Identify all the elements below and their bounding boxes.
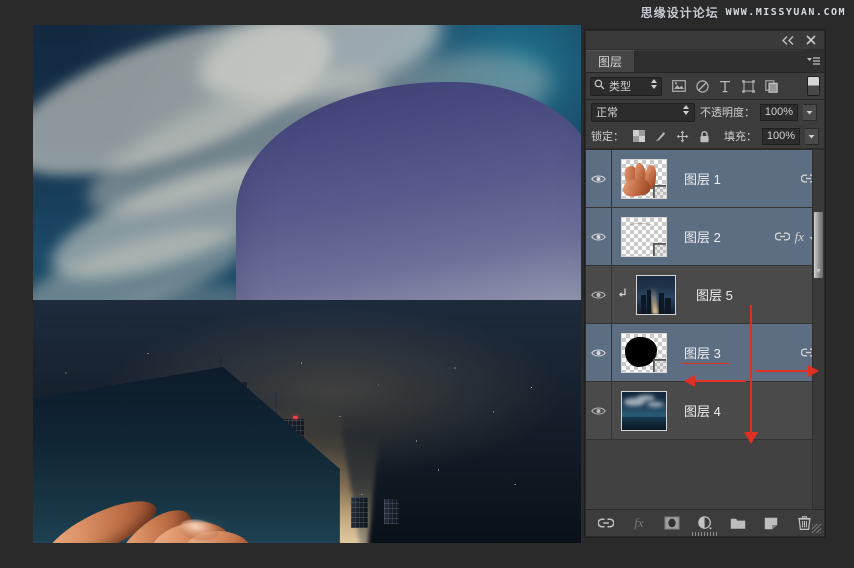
pixel-filter-icon[interactable] xyxy=(672,79,686,93)
thumb-link-badge-icon xyxy=(653,184,666,198)
thumb-road xyxy=(650,286,659,314)
watermark-url: WWW.MISSYUAN.COM xyxy=(725,7,846,18)
new-layer-icon[interactable] xyxy=(763,515,779,531)
panel-dock-bar xyxy=(586,31,824,50)
layers-panel[interactable]: 图层 类型 正常 不透明度： 100% 锁定： 填充： 100% 图层 1 图层… xyxy=(585,30,825,537)
layer-visibility-toggle[interactable] xyxy=(586,324,612,381)
building xyxy=(383,499,400,524)
layer-visibility-toggle[interactable] xyxy=(586,382,612,439)
blend-mode-value: 正常 xyxy=(596,107,618,119)
layers-panel-footer: fx xyxy=(586,509,824,536)
thumb-art-sky xyxy=(622,391,666,430)
thumb-water xyxy=(622,416,666,430)
updown-arrows-icon[interactable] xyxy=(682,103,690,121)
filter-toggle-switch[interactable] xyxy=(807,76,820,96)
watermark-cn: 思缘设计论坛 xyxy=(640,6,719,20)
layer-thumbnail-wrap[interactable] xyxy=(618,158,670,199)
layer-name[interactable]: 图层 4 xyxy=(684,401,721,420)
layer-row-1[interactable]: 图层 1 xyxy=(586,150,824,208)
layer-filter-bar: 类型 xyxy=(586,73,824,100)
lock-icon-group xyxy=(632,130,711,143)
thumb-building xyxy=(659,292,664,314)
layer-style-fx-icon[interactable]: fx xyxy=(631,515,647,531)
opacity-dropdown-icon[interactable] xyxy=(803,103,817,121)
thumb-building xyxy=(640,295,647,314)
opacity-input[interactable]: 100% xyxy=(760,103,798,121)
scrollbar-caret-icon: ▼ xyxy=(815,268,822,275)
clipping-mask-icon xyxy=(618,288,627,302)
layer-thumbnail-wrap[interactable] xyxy=(619,274,682,315)
layer-style-fx-icon[interactable]: fx xyxy=(795,229,804,245)
layer-thumbnail-wrap[interactable] xyxy=(618,216,670,257)
layer-thumbnail[interactable] xyxy=(621,158,667,199)
hand-holding-photo xyxy=(33,388,351,543)
layer-row-2[interactable]: 图层 2 fx xyxy=(586,208,824,266)
lock-image-icon[interactable] xyxy=(654,130,667,143)
lock-row: 锁定： 填充： 100% xyxy=(586,124,824,149)
fill-dropdown-icon[interactable] xyxy=(805,127,819,145)
panel-resize-grip[interactable] xyxy=(692,532,718,536)
adjustment-layer-icon[interactable] xyxy=(697,515,713,531)
thumb-art-faint-stroke xyxy=(625,222,656,232)
collapse-icon[interactable] xyxy=(782,35,795,45)
panel-resize-corner[interactable] xyxy=(812,524,821,533)
layer-visibility-toggle[interactable] xyxy=(586,208,612,265)
lock-position-icon[interactable] xyxy=(676,130,689,143)
thumb-building xyxy=(646,289,651,314)
blend-mode-select[interactable]: 正常 xyxy=(591,102,695,122)
thumb-art-city xyxy=(637,275,675,314)
delete-layer-icon[interactable] xyxy=(796,515,812,531)
lock-transparency-icon[interactable] xyxy=(632,130,645,143)
layer-thumbnail-wrap[interactable] xyxy=(618,332,670,373)
adjustment-filter-icon[interactable] xyxy=(695,79,709,93)
close-icon[interactable] xyxy=(806,35,816,45)
layer-thumbnail-wrap[interactable] xyxy=(618,390,670,431)
building xyxy=(350,496,369,529)
search-icon xyxy=(594,77,605,95)
layer-name[interactable]: 图层 2 xyxy=(684,227,721,246)
new-group-icon[interactable] xyxy=(730,515,746,531)
thumb-link-badge-icon xyxy=(653,358,666,372)
layer-list-scrollbar[interactable]: ▼ xyxy=(812,150,824,509)
filter-kind-select[interactable]: 类型 xyxy=(590,76,662,96)
smartobject-filter-icon[interactable] xyxy=(764,79,778,93)
type-filter-icon[interactable] xyxy=(718,79,732,93)
layer-thumbnail[interactable] xyxy=(636,274,676,315)
layer-row-5[interactable]: 图层 5 xyxy=(586,266,824,324)
layer-name[interactable]: 图层 1 xyxy=(684,169,721,188)
layer-row-4[interactable]: 图层 4 xyxy=(586,382,824,440)
panel-tab-row: 图层 xyxy=(586,50,824,73)
site-watermark: 思缘设计论坛 WWW.MISSYUAN.COM xyxy=(641,4,846,21)
fill-input[interactable]: 100% xyxy=(762,127,800,145)
photoshop-window: 思缘设计论坛 WWW.MISSYUAN.COM 图层 类型 正常 不透明度： 1… xyxy=(0,0,854,568)
layer-name[interactable]: 图层 5 xyxy=(696,285,733,304)
layer-visibility-toggle[interactable] xyxy=(586,150,612,207)
filter-kind-value: 类型 xyxy=(609,81,631,93)
tab-layers[interactable]: 图层 xyxy=(586,50,636,72)
lock-all-icon[interactable] xyxy=(698,130,711,143)
panel-menu-icon[interactable] xyxy=(802,50,824,72)
add-mask-icon[interactable] xyxy=(664,515,680,531)
layer-name[interactable]: 图层 3 xyxy=(682,343,729,364)
shape-filter-icon[interactable] xyxy=(741,79,755,93)
layer-row-3[interactable]: 图层 3 xyxy=(586,324,824,382)
link-icon[interactable] xyxy=(774,228,790,246)
layer-thumbnail[interactable] xyxy=(621,216,667,257)
tab-empty-space xyxy=(635,50,802,72)
layer-list[interactable]: 图层 1 图层 2 fx 图层 5 图层 3 图层 4 ▼ xyxy=(586,149,824,509)
thumb-building xyxy=(665,298,672,314)
link-layers-icon[interactable] xyxy=(598,515,614,531)
layer-visibility-toggle[interactable] xyxy=(586,266,612,323)
thumb-link-badge-icon xyxy=(653,242,666,256)
document-canvas[interactable] xyxy=(33,25,581,543)
filter-icon-group xyxy=(672,79,778,93)
layer-thumbnail[interactable] xyxy=(621,332,667,373)
tab-layers-label: 图层 xyxy=(598,55,623,69)
updown-arrows-icon[interactable] xyxy=(650,77,658,95)
opacity-label: 不透明度： xyxy=(700,107,755,119)
fill-label: 填充： xyxy=(724,131,757,143)
lock-label: 锁定： xyxy=(591,131,624,143)
layer-thumbnail[interactable] xyxy=(621,390,667,431)
blend-mode-row: 正常 不透明度： 100% xyxy=(586,100,824,124)
